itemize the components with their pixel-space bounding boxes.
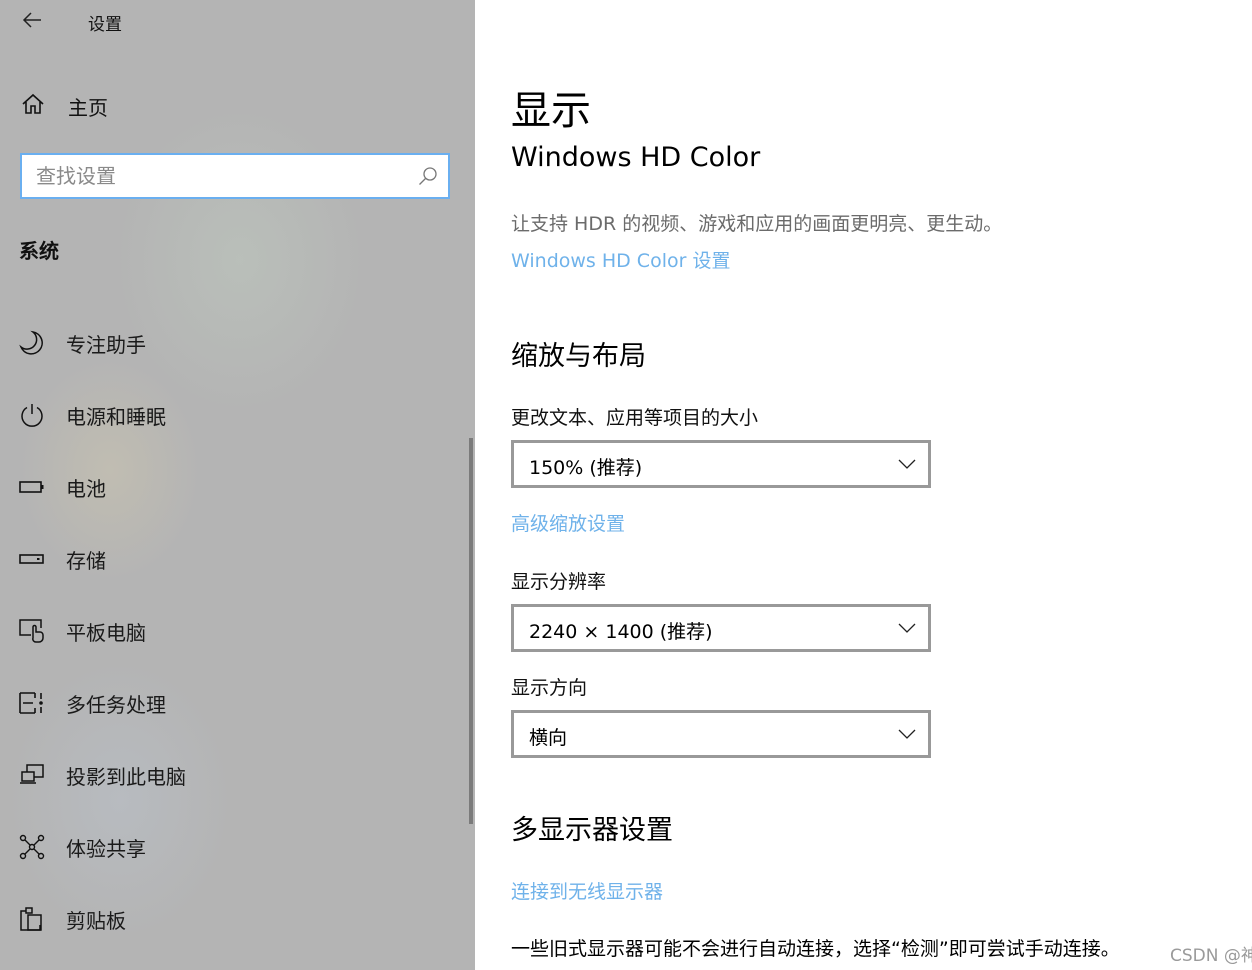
sidebar-item-label: 电源和睡眠 <box>66 405 166 429</box>
resolution-dropdown[interactable]: 2240 × 1400 (推荐) <box>511 604 931 652</box>
page-title: 显示 <box>511 88 591 134</box>
title-bar: 设置 <box>0 0 475 40</box>
sidebar-item-multitasking[interactable]: 多任务处理 <box>0 678 460 726</box>
scale-label: 更改文本、应用等项目的大小 <box>511 407 759 429</box>
advanced-scaling-link[interactable]: 高级缩放设置 <box>511 509 625 536</box>
sidebar-item-label: 存储 <box>66 549 106 573</box>
sidebar-item-battery[interactable]: 电池 <box>0 462 460 510</box>
watermark: CSDN @神奇小白 <box>1170 946 1252 966</box>
main-content: 显示 Windows HD Color 让支持 HDR 的视频、游戏和应用的画面… <box>475 0 1252 970</box>
scale-layout-heading: 缩放与布局 <box>511 341 646 372</box>
search-box[interactable] <box>20 153 450 199</box>
orientation-label: 显示方向 <box>511 677 588 699</box>
app-title: 设置 <box>88 15 122 35</box>
sidebar-scrollbar[interactable] <box>469 438 473 824</box>
storage-icon <box>19 554 44 564</box>
sidebar-item-label: 专注助手 <box>66 333 146 357</box>
orientation-dropdown[interactable]: 横向 <box>511 710 931 758</box>
search-icon[interactable] <box>418 166 438 186</box>
arrow-left-icon <box>22 12 41 28</box>
sidebar-item-shared-experiences[interactable]: 体验共享 <box>0 822 460 870</box>
hdr-description: 让支持 HDR 的视频、游戏和应用的画面更明亮、更生动。 <box>511 213 1003 235</box>
home-icon <box>22 93 44 114</box>
chevron-down-icon <box>898 623 916 633</box>
search-input[interactable] <box>36 162 406 190</box>
sidebar-item-label: 多任务处理 <box>66 693 166 717</box>
sidebar-item-label: 主页 <box>68 96 108 120</box>
chevron-down-icon <box>898 459 916 469</box>
sidebar-item-tablet[interactable]: 平板电脑 <box>0 606 460 654</box>
sidebar-item-label: 体验共享 <box>66 837 146 861</box>
sidebar-item-power-sleep[interactable]: 电源和睡眠 <box>0 390 460 438</box>
sidebar-item-focus-assist[interactable]: 专注助手 <box>0 318 460 366</box>
multi-display-note: 一些旧式显示器可能不会进行自动连接，选择“检测”即可尝试手动连接。 <box>511 938 1120 960</box>
clipboard-icon <box>20 907 42 931</box>
sidebar-item-home[interactable]: 主页 <box>0 86 475 126</box>
hdr-settings-link[interactable]: Windows HD Color 设置 <box>511 246 730 273</box>
battery-icon <box>19 481 44 493</box>
sidebar-item-label: 电池 <box>66 477 106 501</box>
section-label-system: 系统 <box>19 239 59 263</box>
resolution-label: 显示分辨率 <box>511 571 607 593</box>
sidebar-item-label: 剪贴板 <box>66 909 126 933</box>
project-icon <box>20 764 44 784</box>
moon-icon <box>19 330 43 355</box>
sidebar: 设置 主页 系统 专注助手 电源和睡眠 电池 <box>0 0 475 970</box>
sidebar-item-label: 投影到此电脑 <box>66 765 186 789</box>
chevron-down-icon <box>898 729 916 739</box>
tablet-icon <box>19 619 44 643</box>
multitasking-icon <box>19 692 43 714</box>
scale-dropdown-value: 150% (推荐) <box>529 457 643 479</box>
sidebar-item-storage[interactable]: 存储 <box>0 534 460 582</box>
hdr-heading: Windows HD Color <box>511 142 761 173</box>
share-icon <box>19 834 45 860</box>
sidebar-item-clipboard[interactable]: 剪贴板 <box>0 894 460 942</box>
multi-display-heading: 多显示器设置 <box>511 815 673 846</box>
sidebar-item-project-to-pc[interactable]: 投影到此电脑 <box>0 750 460 798</box>
orientation-dropdown-value: 横向 <box>529 727 568 749</box>
scale-dropdown[interactable]: 150% (推荐) <box>511 440 931 488</box>
power-icon <box>21 404 43 427</box>
sidebar-item-label: 平板电脑 <box>66 621 146 645</box>
wireless-display-link[interactable]: 连接到无线显示器 <box>511 877 663 904</box>
resolution-dropdown-value: 2240 × 1400 (推荐) <box>529 621 713 643</box>
back-button[interactable] <box>18 6 46 34</box>
